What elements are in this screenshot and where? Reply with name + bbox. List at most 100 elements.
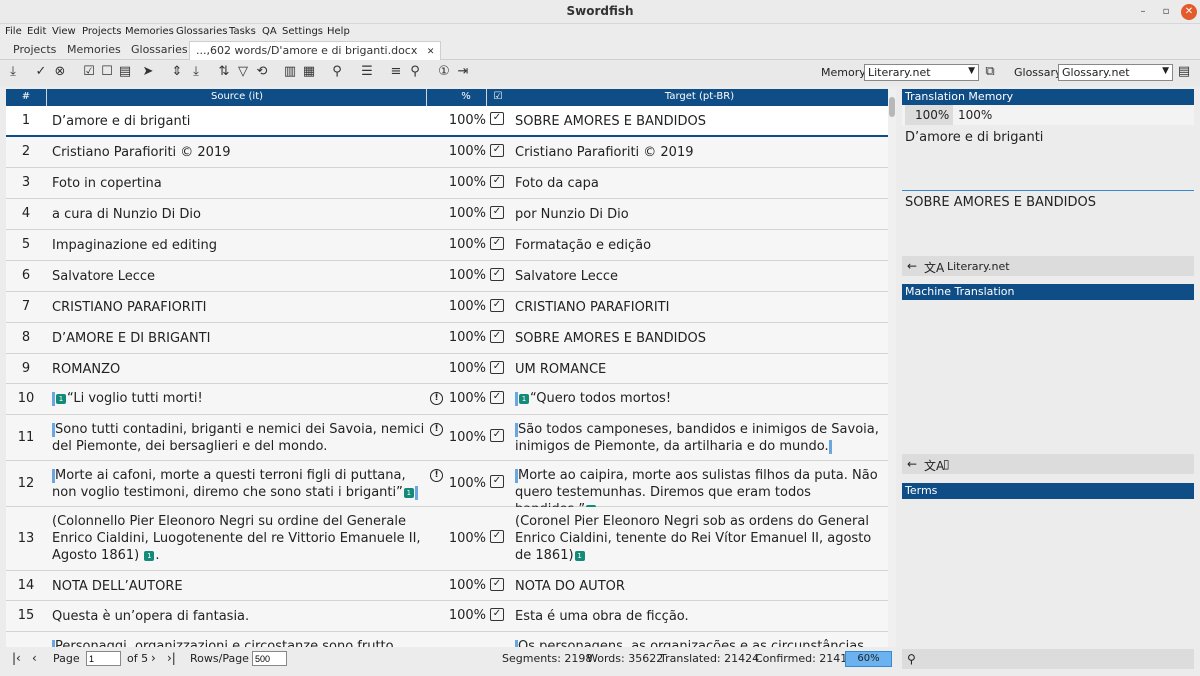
target-cell[interactable]: por Nunzio Di Dio [515,206,885,223]
maximize-button[interactable]: ▫ [1158,4,1174,20]
table-row[interactable]: 15 Questa è un’opera di fantasia. 100% ✓… [6,601,888,632]
close-window-button[interactable]: ✕ [1181,4,1197,20]
translate-icon[interactable]: 文A [924,259,944,276]
merge-down-icon[interactable]: ⤓ [188,64,204,80]
menu-projects[interactable]: Projects [82,26,121,37]
target-cell[interactable]: Formatação e edição [515,237,885,254]
rows-per-page-input[interactable] [252,651,287,666]
source-cell[interactable]: Impaginazione ed editing [52,237,426,254]
target-cell[interactable]: (Coronel Pier Eleonoro Negri sob as orde… [515,513,885,564]
send-icon[interactable]: ➤ [140,64,156,80]
accept-match-icon[interactable]: ← [907,259,917,273]
target-cell[interactable]: SOBRE AMORES E BANDIDOS [515,113,885,130]
target-cell[interactable]: Foto da capa [515,175,885,192]
target-cell[interactable]: CRISTIANO PARAFIORITI [515,299,885,316]
table-row[interactable]: 12 Morte ai cafoni, morte a questi terro… [6,461,888,517]
comment-icon[interactable]: ☰ [359,64,375,80]
menu-help[interactable]: Help [327,26,350,37]
confirmed-checkbox[interactable]: ✓ [490,578,504,591]
header-check-icon[interactable]: ☑ [492,91,504,102]
menu-memories[interactable]: Memories [125,26,174,37]
source-cell[interactable]: Cristiano Parafioriti © 2019 [52,144,426,161]
menu-file[interactable]: File [5,26,22,37]
target-cell[interactable]: Os personagens, as organizações e as cir… [515,638,885,647]
grid-scrollbar[interactable] [888,89,896,647]
filter-icon[interactable]: ▽ [235,64,251,80]
page-input[interactable] [86,651,121,666]
table-row[interactable]: 2 Cristiano Parafioriti © 2019 100% ✓ Cr… [6,137,888,168]
table-row[interactable]: 7 CRISTIANO PARAFIORITI 100% ✓ CRISTIANO… [6,292,888,323]
tm-match-tab-active[interactable]: 100% [905,105,953,125]
source-cell[interactable]: CRISTIANO PARAFIORITI [52,299,426,316]
tag-number-icon[interactable]: ① [436,64,452,80]
next-page-icon[interactable]: › [151,651,156,665]
copy-icon[interactable]: ▯ [943,457,950,471]
split-icon[interactable]: ⇕ [169,64,185,80]
sort-icon[interactable]: ⇅ [216,64,232,80]
source-cell[interactable]: a cura di Nunzio Di Dio [52,206,426,223]
unconfirm-icon[interactable]: ⊗ [52,64,68,80]
confirmed-checkbox[interactable]: ✓ [490,330,504,343]
source-cell[interactable]: Questa è un’opera di fantasia. [52,608,426,625]
target-cell[interactable]: NOTA DO AUTOR [515,578,885,595]
square-icon[interactable]: ☐ [99,64,115,80]
table-row[interactable]: 8 D’AMORE E DI BRIGANTI 100% ✓ SOBRE AMO… [6,323,888,354]
tab-projects[interactable]: Projects [13,43,56,56]
tab-memories[interactable]: Memories [67,43,121,56]
confirmed-checkbox[interactable]: ✓ [490,361,504,374]
search-replace-icon[interactable]: ⟲ [254,64,270,80]
table-row[interactable]: 6 Salvatore Lecce 100% ✓ Salvatore Lecce [6,261,888,292]
tab-close-icon[interactable]: ✕ [427,47,435,57]
accept-mt-icon[interactable]: ← [907,457,917,471]
source-cell[interactable]: D’AMORE E DI BRIGANTI [52,330,426,347]
search-icon[interactable]: ⚲ [329,64,345,80]
confirmed-checkbox[interactable]: ✓ [490,175,504,188]
note-icon[interactable]: ▤ [117,64,133,80]
menu-view[interactable]: View [52,26,76,37]
target-cell[interactable]: SOBRE AMORES E BANDIDOS [515,330,885,347]
menu-qa[interactable]: QA [262,26,277,37]
add-term-icon[interactable]: ≡ [388,64,404,80]
export-icon[interactable]: ⤓ [5,64,21,80]
insert-tags-icon[interactable]: ⇥ [455,64,471,80]
confirmed-checkbox[interactable]: ✓ [490,475,504,488]
confirmed-checkbox[interactable]: ✓ [490,268,504,281]
table-row[interactable]: 14 NOTA DELL’AUTORE 100% ✓ NOTA DO AUTOR [6,571,888,601]
target-cell[interactable]: Esta é uma obra de ficção. [515,608,885,625]
confirmed-checkbox[interactable]: ✓ [490,237,504,250]
search-terms-icon[interactable]: ⚲ [407,64,423,80]
confirmed-checkbox[interactable]: ✓ [490,530,504,543]
glossary-list-icon[interactable]: ▤ [1176,64,1192,80]
checkbox-icon[interactable]: ☑ [81,64,97,80]
search-icon[interactable]: ⚲ [907,652,916,666]
table-row[interactable]: 9 ROMANZO 100% ✓ UM ROMANCE [6,354,888,384]
menu-tasks[interactable]: Tasks [229,26,256,37]
table-row[interactable]: 4 a cura di Nunzio Di Dio 100% ✓ por Nun… [6,199,888,230]
confirmed-checkbox[interactable]: ✓ [490,112,504,125]
warning-icon[interactable]: ! [430,392,443,405]
menu-glossaries[interactable]: Glossaries [176,26,227,37]
menu-edit[interactable]: Edit [27,26,46,37]
glossary-select[interactable]: Glossary.net ▼ [1058,64,1173,81]
table-icon[interactable]: ▦ [301,64,317,80]
warning-icon[interactable]: ! [430,469,443,482]
confirmed-checkbox[interactable]: ✓ [490,608,504,621]
target-cell[interactable]: São todos camponeses, bandidos e inimigo… [515,421,885,455]
confirmed-checkbox[interactable]: ✓ [490,391,504,404]
target-cell[interactable]: Salvatore Lecce [515,268,885,285]
minimize-button[interactable]: – [1135,4,1151,20]
table-row[interactable]: 10 1 “Li voglio tutti morti! ! 100% ✓ 1 “Q… [6,384,888,415]
scrollbar-thumb[interactable] [889,97,895,117]
source-cell[interactable]: Sono tutti contadini, briganti e nemici … [52,421,426,455]
table-row[interactable]: 11 Sono tutti contadini, briganti e nemi… [6,415,888,461]
statistics-icon[interactable]: ▥ [282,64,298,80]
table-row[interactable]: 3 Foto in copertina 100% ✓ Foto da capa [6,168,888,199]
translate-icon[interactable]: 文A [924,457,944,474]
first-page-icon[interactable]: |‹ [12,651,21,665]
source-cell[interactable]: ROMANZO [52,361,426,378]
source-cell[interactable]: NOTA DELL’AUTORE [52,578,426,595]
warning-icon[interactable]: ! [430,423,443,436]
tab-document[interactable]: ...,602 words/D'amore e di briganti.docx… [189,41,442,61]
confirm-icon[interactable]: ✓ [33,64,49,80]
table-row[interactable]: 1 D’amore e di briganti 100% ✓ SOBRE AMO… [6,106,888,137]
